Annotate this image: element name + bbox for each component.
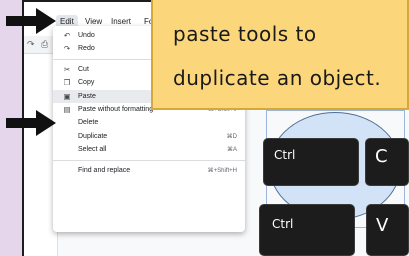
menu-item-label: Paste without formatting [78,105,154,113]
menu-item-label: Find and replace [78,166,131,174]
cut-icon: ✂ [63,64,71,74]
menu-item-select-all[interactable]: Select all ⌘A [53,143,245,156]
redo-icon: ↷ [63,44,71,54]
ctrl-key-top: Ctrl [263,138,359,186]
c-key: C [365,138,409,186]
note-line-1: paste tools to [173,22,317,46]
menu-item-label: Redo [78,45,95,53]
copy-icon: ❐ [63,78,71,88]
v-key: V [366,204,409,256]
key-label: Ctrl [274,148,296,162]
menu-item-label: Select all [78,146,107,154]
menu-item-label: Copy [78,79,95,87]
redo-icon[interactable]: ↷ [27,39,35,50]
paste-icon: ▣ [63,91,71,101]
menu-item-label: Paste [78,92,96,100]
menu-view[interactable]: View [85,17,102,26]
menu-divider [53,159,245,161]
menu-item-duplicate[interactable]: Duplicate ⌘D [53,130,245,143]
menu-item-label: Duplicate [78,132,108,140]
print-icon[interactable]: ⎙ [41,39,48,50]
key-label: V [376,215,389,236]
menu-item-delete[interactable]: Delete [53,116,245,129]
callout-note: paste tools to duplicate an object. [151,0,409,110]
menu-item-label: Undo [78,32,95,39]
shortcut-label: ⌘+Shift+H [207,167,237,174]
shortcut-label: ⌘D [226,133,237,140]
ctrl-key-bottom: Ctrl [259,204,355,256]
note-line-2: duplicate an object. [173,66,382,90]
shortcut-label: ⌘A [226,147,237,154]
menu-insert[interactable]: Insert [111,17,131,26]
undo-icon: ↶ [63,31,71,40]
menu-item-label: Cut [78,65,89,73]
menu-item-label: Delete [78,119,99,127]
key-label: Ctrl [272,217,294,231]
paste-plain-icon: ▤ [63,104,71,114]
arrow-right-icon [6,110,56,136]
menu-item-find-and-replace[interactable]: Find and replace ⌘+Shift+H [53,164,245,177]
arrow-right-icon [6,8,56,34]
key-label: C [375,146,388,167]
